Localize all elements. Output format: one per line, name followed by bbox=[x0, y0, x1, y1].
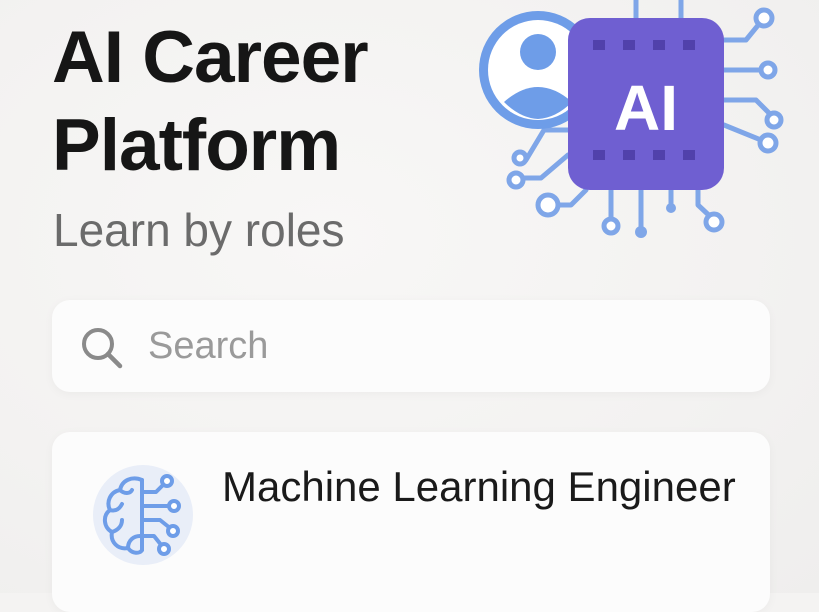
role-card-machine-learning-engineer[interactable]: Machine Learning Engineer bbox=[52, 432, 770, 612]
search-icon bbox=[82, 328, 123, 369]
search-bar[interactable] bbox=[52, 300, 770, 392]
search-input[interactable] bbox=[148, 316, 728, 376]
app-screen: AI Career Platform Learn by roles AI Sea… bbox=[0, 0, 819, 612]
hero-illustration: AI bbox=[479, 0, 784, 238]
ai-chip-label: AI bbox=[614, 72, 678, 144]
page-subtitle: Learn by roles bbox=[53, 204, 345, 256]
role-title: Machine Learning Engineer bbox=[222, 463, 736, 510]
brain-circuit-icon bbox=[93, 465, 193, 565]
page-title: AI Career Platform bbox=[52, 17, 369, 186]
ai-chip-icon: AI bbox=[568, 18, 724, 190]
